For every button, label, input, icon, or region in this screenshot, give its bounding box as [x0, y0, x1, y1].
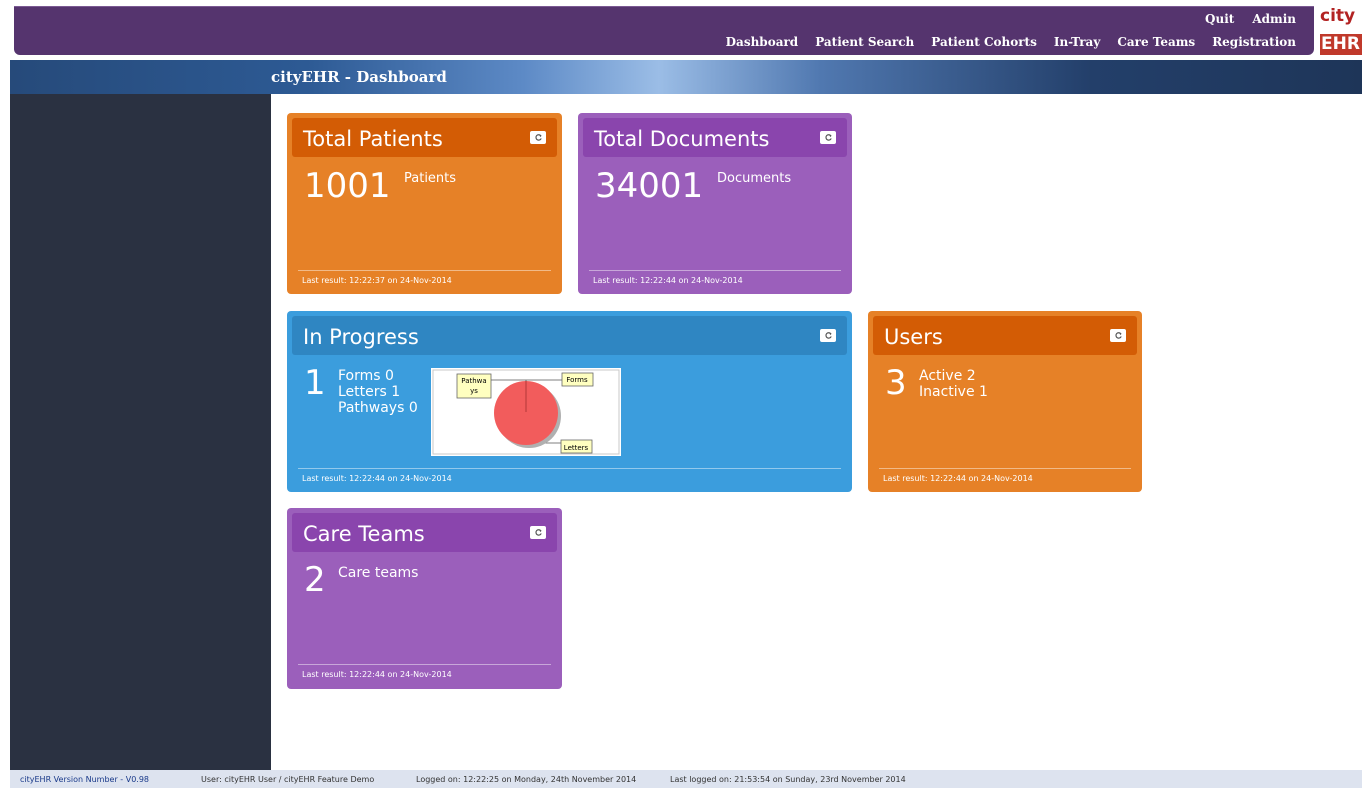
refresh-icon[interactable] — [1110, 329, 1126, 342]
forms-count: Forms 0 — [338, 368, 394, 384]
last-result-text: Last result: 12:22:44 on 24-Nov-2014 — [302, 474, 452, 483]
panel-header: Users — [873, 316, 1137, 355]
sidebar — [10, 94, 271, 770]
page-title-bar: cityEHR - Dashboard — [10, 60, 1362, 94]
last-result-text: Last result: 12:22:37 on 24-Nov-2014 — [302, 276, 452, 285]
chart-label-pathways-cont: ys — [470, 387, 478, 395]
nav-patient-search-link[interactable]: Patient Search — [815, 35, 914, 49]
panel-title: Users — [884, 325, 943, 349]
patients-unit: Patients — [404, 171, 457, 186]
panel-title: Care Teams — [303, 522, 425, 546]
total-patients-panel: Total Patients 1001 Patients Last result… — [287, 113, 562, 294]
version-number: cityEHR Version Number - V0.98 — [20, 775, 150, 784]
chart-label-pathways: Pathwa — [461, 377, 486, 385]
logged-on-time: Logged on: 12:22:25 on Monday, 24th Nove… — [416, 775, 637, 784]
nav-quit-link[interactable]: Quit — [1205, 12, 1234, 26]
users-breakdown: Active 2 Inactive 1 — [919, 368, 988, 400]
in-progress-breakdown: Forms 0 Letters 1 Pathways 0 — [338, 368, 418, 416]
letters-count: Letters 1 — [338, 384, 401, 400]
top-nav-lower: Dashboard Patient Search Patient Cohorts… — [726, 35, 1296, 49]
refresh-icon[interactable] — [530, 526, 546, 539]
panel-header: Total Patients — [292, 118, 557, 157]
refresh-icon[interactable] — [820, 329, 836, 342]
in-progress-count: 1 — [304, 363, 326, 403]
divider — [589, 270, 841, 271]
panel-header: Care Teams — [292, 513, 557, 552]
refresh-icon[interactable] — [530, 131, 546, 144]
last-result-text: Last result: 12:22:44 on 24-Nov-2014 — [593, 276, 743, 285]
logo-ehr-text: EHR — [1320, 34, 1362, 55]
total-documents-panel: Total Documents 34001 Documents Last res… — [578, 113, 852, 294]
panel-header: Total Documents — [583, 118, 847, 157]
panel-header: In Progress — [292, 316, 847, 355]
logo-city-text: city — [1320, 6, 1356, 26]
nav-care-teams-link[interactable]: Care Teams — [1117, 35, 1195, 49]
nav-registration-link[interactable]: Registration — [1212, 35, 1296, 49]
nav-dashboard-link[interactable]: Dashboard — [726, 35, 799, 49]
chart-label-letters: Letters — [564, 444, 589, 452]
divider — [298, 468, 841, 469]
status-bar: cityEHR Version Number - V0.98 User: cit… — [10, 770, 1362, 788]
divider — [298, 270, 551, 271]
in-progress-panel: In Progress 1 Forms 0 Letters 1 Pathways… — [287, 311, 852, 492]
divider — [298, 664, 551, 665]
documents-unit: Documents — [717, 171, 792, 186]
current-user: User: cityEHR User / cityEHR Feature Dem… — [201, 775, 375, 784]
documents-count: 34001 — [595, 166, 704, 206]
care-teams-count: 2 — [304, 560, 326, 600]
patients-count: 1001 — [304, 166, 391, 206]
last-logged-on-time: Last logged on: 21:53:54 on Sunday, 23rd… — [670, 775, 906, 784]
users-count: 3 — [885, 363, 907, 403]
inactive-users: Inactive 1 — [919, 384, 988, 400]
users-panel: Users 3 Active 2 Inactive 1 Last result:… — [868, 311, 1142, 492]
page-title: cityEHR - Dashboard — [271, 68, 447, 86]
last-result-text: Last result: 12:22:44 on 24-Nov-2014 — [883, 474, 1033, 483]
in-progress-pie-chart: Pathwa ys Forms Letters — [431, 368, 621, 456]
active-users: Active 2 — [919, 368, 976, 384]
chart-label-forms: Forms — [566, 376, 588, 384]
nav-in-tray-link[interactable]: In-Tray — [1054, 35, 1100, 49]
care-teams-unit: Care teams — [338, 565, 419, 581]
last-result-text: Last result: 12:22:44 on 24-Nov-2014 — [302, 670, 452, 679]
top-nav-upper: Quit Admin — [1205, 12, 1296, 26]
divider — [879, 468, 1131, 469]
panel-title: Total Patients — [303, 127, 443, 151]
pathways-count: Pathways 0 — [338, 400, 418, 416]
nav-admin-link[interactable]: Admin — [1252, 12, 1296, 26]
panel-title: Total Documents — [594, 127, 770, 151]
cityehr-logo: city EHR — [1318, 6, 1362, 55]
nav-patient-cohorts-link[interactable]: Patient Cohorts — [931, 35, 1037, 49]
panel-title: In Progress — [303, 325, 419, 349]
refresh-icon[interactable] — [820, 131, 836, 144]
care-teams-panel: Care Teams 2 Care teams Last result: 12:… — [287, 508, 562, 689]
top-navigation-bar: Quit Admin Dashboard Patient Search Pati… — [14, 6, 1314, 55]
